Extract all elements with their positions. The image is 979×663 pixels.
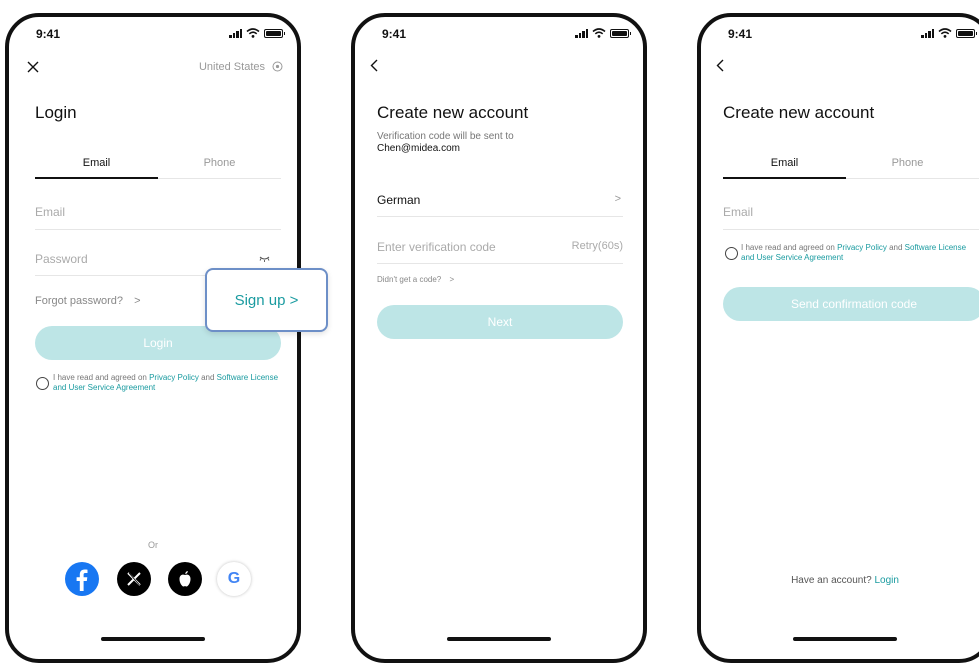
back-chevron-icon[interactable]: [370, 59, 378, 72]
next-button[interactable]: Next: [377, 305, 623, 339]
privacy-policy-link[interactable]: Privacy Policy: [149, 373, 199, 382]
battery-icon: [264, 29, 285, 38]
have-account-row: Have an account? Login: [701, 575, 979, 586]
or-divider-label: Or: [148, 540, 158, 550]
status-icons: [229, 28, 285, 38]
status-time: 9:41: [382, 27, 407, 41]
signal-icon: [575, 29, 588, 38]
agreement-prefix: I have read and agreed on: [53, 373, 150, 382]
chevron-right-icon: >: [134, 295, 141, 307]
language-divider: [377, 216, 623, 217]
verification-email: Chen@midea.com: [377, 143, 460, 154]
tab-underline: [35, 177, 158, 179]
status-time: 9:41: [728, 27, 753, 41]
home-indicator: [447, 637, 551, 641]
signal-icon: [921, 29, 934, 38]
tab-email[interactable]: Email: [35, 157, 158, 169]
password-divider: [35, 275, 207, 276]
email-divider: [723, 229, 979, 230]
sign-up-button[interactable]: Sign up >: [205, 268, 328, 332]
page-title: Login: [35, 103, 77, 122]
agreement-prefix: I have read and agreed on: [741, 243, 838, 252]
login-link[interactable]: Login: [874, 575, 898, 586]
language-chevron-icon[interactable]: >: [615, 193, 621, 205]
home-indicator: [101, 637, 205, 641]
agreement-and: and: [198, 373, 217, 382]
have-account-label: Have an account?: [791, 575, 872, 586]
signup-phone: 9:41 Create new account Email Phone Emai…: [697, 13, 979, 663]
apple-icon[interactable]: [168, 562, 202, 596]
code-divider: [377, 263, 623, 264]
close-icon[interactable]: [27, 61, 39, 73]
tab-underline: [723, 177, 846, 179]
tab-phone[interactable]: Phone: [158, 157, 281, 169]
password-input[interactable]: Password: [35, 252, 88, 266]
wifi-icon: [592, 28, 606, 38]
status-icons: [921, 28, 977, 38]
send-confirmation-button[interactable]: Send confirmation code: [723, 287, 979, 321]
agreement-text: I have read and agreed on Privacy Policy…: [741, 243, 967, 263]
signal-icon: [229, 29, 242, 38]
wifi-icon: [246, 28, 260, 38]
battery-icon: [610, 29, 631, 38]
resend-code-label: Didn't get a code?: [377, 275, 442, 284]
eye-closed-icon[interactable]: [259, 255, 270, 262]
language-select[interactable]: German: [377, 193, 420, 207]
back-chevron-icon[interactable]: [716, 59, 724, 72]
login-phone: 9:41 United States Login Email Phone Ema…: [5, 13, 301, 663]
status-time: 9:41: [36, 27, 61, 41]
email-input[interactable]: Email: [35, 205, 65, 219]
agreement-checkbox[interactable]: [36, 377, 49, 390]
forgot-password-link[interactable]: Forgot password? >: [35, 295, 141, 307]
sign-up-label: Sign up >: [234, 291, 299, 309]
retry-button[interactable]: Retry(60s): [572, 240, 623, 252]
page-title: Create new account: [723, 103, 875, 122]
agreement-checkbox[interactable]: [725, 247, 738, 260]
tab-phone[interactable]: Phone: [846, 157, 969, 169]
email-input[interactable]: Email: [723, 205, 753, 219]
tab-email[interactable]: Email: [723, 157, 846, 169]
facebook-icon[interactable]: [65, 562, 99, 596]
agreement-and: and: [886, 243, 905, 252]
battery-icon: [956, 29, 977, 38]
verification-code-input[interactable]: Enter verification code: [377, 240, 496, 254]
agreement-text: I have read and agreed on Privacy Policy…: [53, 373, 281, 393]
region-label[interactable]: United States: [199, 61, 265, 73]
google-icon[interactable]: G: [217, 562, 251, 596]
wifi-icon: [938, 28, 952, 38]
status-icons: [575, 28, 631, 38]
resend-code-link[interactable]: Didn't get a code? >: [377, 275, 454, 284]
privacy-policy-link[interactable]: Privacy Policy: [837, 243, 887, 252]
verify-phone: 9:41 Create new account Verification cod…: [351, 13, 647, 663]
x-icon[interactable]: [117, 562, 151, 596]
forgot-password-label: Forgot password?: [35, 295, 124, 307]
verification-subtitle: Verification code will be sent to: [377, 131, 514, 142]
chevron-right-icon: >: [449, 275, 455, 284]
page-title: Create new account: [377, 103, 529, 122]
email-divider: [35, 229, 281, 230]
home-indicator: [793, 637, 897, 641]
location-pin-icon[interactable]: [272, 61, 283, 72]
